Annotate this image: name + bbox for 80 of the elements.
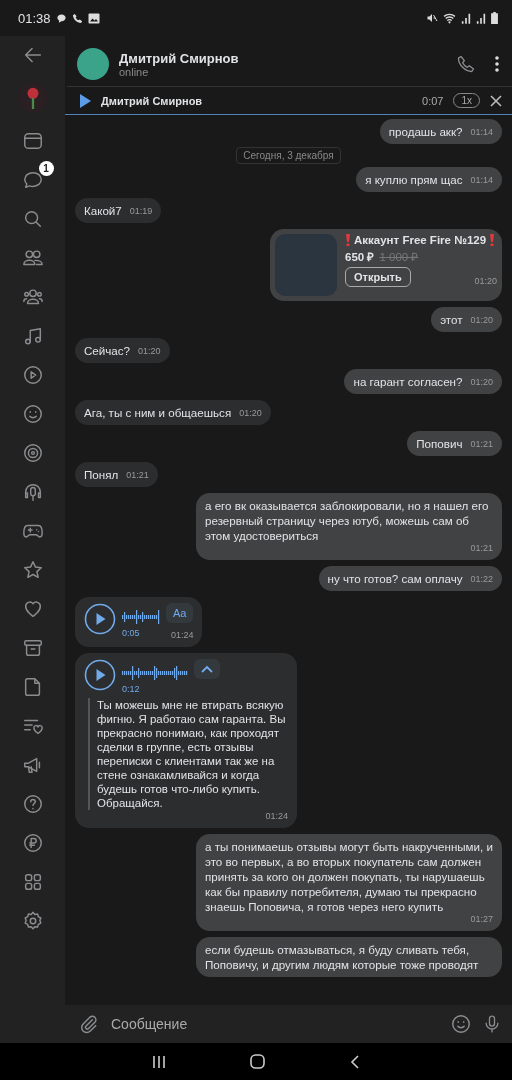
message-time: 01:14 (470, 127, 493, 138)
message-time: 01:24 (265, 811, 288, 821)
close-icon[interactable] (490, 94, 502, 107)
message-text: если будешь отмазываться, я буду сливать тебя, Поповичу, и другим людям которые тоже проводят (205, 942, 480, 972)
message-text: продашь акк? (388, 124, 463, 139)
star-icon[interactable] (21, 559, 44, 581)
play-circle-icon[interactable] (21, 364, 44, 386)
phone-call-icon[interactable] (456, 54, 476, 74)
message-time: 01:21 (126, 470, 149, 481)
archive-box-icon[interactable] (21, 637, 44, 659)
message-time: 01:20 (474, 276, 497, 287)
unread-badge: 1 (38, 161, 54, 176)
message-time: 01:20 (138, 346, 161, 357)
caret-up-icon (201, 665, 213, 673)
message-text: Попович (416, 436, 463, 451)
transcribe-button[interactable]: Aa (166, 603, 194, 623)
ruble-circle-icon[interactable] (21, 832, 44, 854)
message-field[interactable]: Сообщение (65, 1005, 512, 1043)
open-button[interactable]: Открыть (345, 267, 411, 287)
image-icon (87, 12, 100, 24)
message-notification-icon (55, 12, 67, 24)
help-circle-icon[interactable] (21, 793, 44, 815)
signal-icon (476, 12, 486, 24)
mute-icon (426, 12, 438, 24)
voice-duration: 0:12 (122, 684, 141, 694)
target-icon[interactable] (21, 442, 44, 464)
product-price: 650 ₽ (345, 250, 375, 264)
waveform-drawing[interactable] (122, 609, 160, 625)
paperclip-icon[interactable] (79, 1014, 99, 1034)
message-time: 01:20 (239, 408, 262, 419)
online-status: online (119, 65, 149, 78)
phone-icon (71, 12, 83, 24)
chat-bubble-icon[interactable] (21, 169, 44, 191)
recent-apps-icon[interactable] (152, 1054, 167, 1069)
message-time: 01:24 (170, 629, 194, 641)
contact-name: Дмитрий Смирнов (119, 50, 240, 66)
message-time: 01:14 (470, 175, 493, 186)
smiley-icon[interactable] (21, 403, 44, 425)
avatar[interactable] (77, 48, 109, 80)
message-text: этот (440, 312, 463, 327)
more-menu-icon[interactable] (494, 55, 500, 73)
community-avatar[interactable] (17, 83, 48, 113)
battery-icon (491, 12, 498, 24)
back-icon[interactable] (349, 1054, 360, 1069)
playback-time: 0:07 (422, 94, 444, 107)
waveform-drawing[interactable] (122, 665, 188, 681)
signal-icon (461, 12, 471, 24)
clock-time: 01:38 (18, 10, 51, 26)
voice-duration: 0:05 (122, 628, 141, 638)
play-circle-button-icon[interactable] (84, 603, 116, 635)
date-separator: Сегодня, 3 декабря (236, 147, 341, 164)
message-text: ну что готов? сам оплачу (327, 571, 463, 586)
message-text: Понял (84, 467, 119, 482)
message-input[interactable]: Сообщение (109, 1015, 440, 1033)
message-time: 01:21 (470, 439, 493, 450)
collapse-transcript-button[interactable] (194, 659, 220, 679)
home-icon[interactable] (250, 1054, 266, 1069)
message-time: 01:27 (470, 914, 493, 925)
message-text: Ага, ты с ним и общаешься (84, 405, 232, 420)
message-text: на гарант согласен? (353, 374, 463, 389)
wifi-icon (443, 12, 456, 24)
message-text: я куплю прям щас (365, 172, 463, 187)
play-icon[interactable] (79, 93, 91, 108)
message-text: Сейчас? (84, 343, 131, 358)
play-circle-button-icon[interactable] (84, 659, 116, 691)
message-time: 01:20 (470, 377, 493, 388)
message-time: 01:21 (470, 543, 493, 554)
message-time: 01:20 (470, 315, 493, 326)
transcript-text: Ты можешь мне не втирать всякую фигню. Я работаю сам гаранта. Вы прекрасно понимаю, как проходят сделки в группе, есть отзывы переписки с клиентами так же на стене ознакамливайся и когда будешь готов что-либо купить. Обращайся. (88, 698, 288, 810)
window-icon[interactable] (21, 130, 44, 152)
exclamation-icon (345, 234, 351, 246)
message-text: Какой7 (84, 203, 122, 218)
message-time: 01:19 (129, 206, 153, 217)
message-text: а ты понимаешь отзывы могут быть накрученными, и это во первых, а во вторых покупатель сам должен принять за кого он должен покупать, ты нарушаешь как бы правилу потребителя, думаю ты прекрасно знаешь Поповича, я готов через него купить (205, 839, 493, 914)
product-title: Аккаунт Free Fire №129 (354, 234, 487, 246)
message-time: 01:22 (470, 574, 493, 585)
message-text: а его вк оказывается заблокировали, но я нашел его резервный страницу через ютуб, можешь сам об этом удостовериться (205, 498, 490, 543)
smiley-icon[interactable] (450, 1013, 472, 1035)
track-title: Дмитрий Смирнов (101, 94, 204, 107)
exclamation-icon (489, 234, 496, 246)
